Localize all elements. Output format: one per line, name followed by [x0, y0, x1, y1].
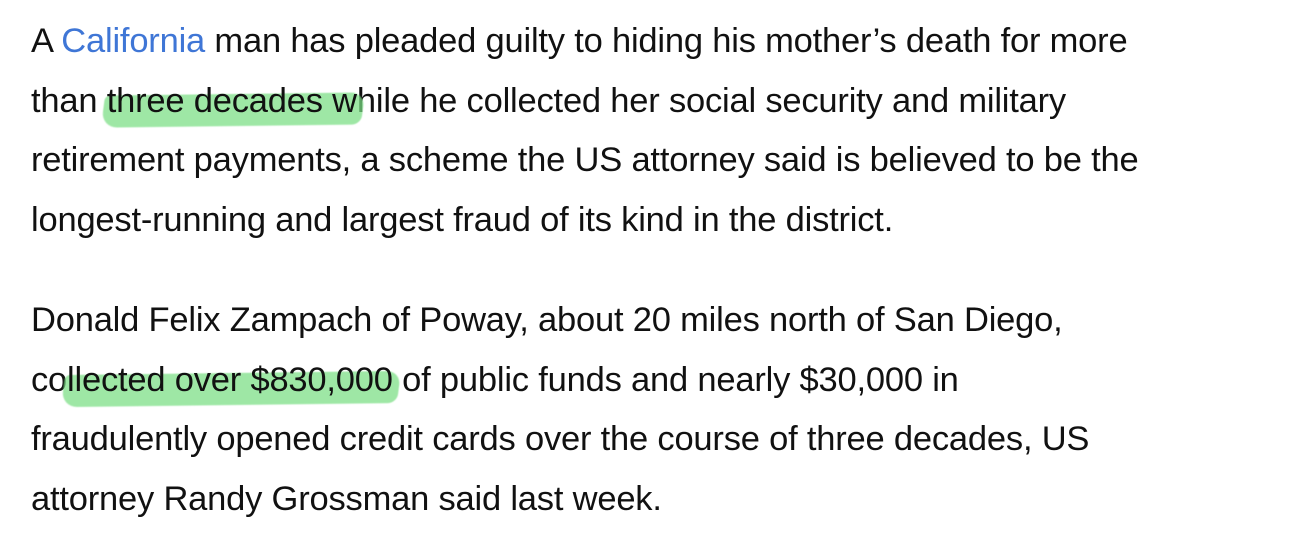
- text-segment: man has pleaded guilty to hiding his mot…: [205, 22, 1128, 60]
- paragraph-2: Donald Felix Zampach of Poway, about 20 …: [31, 291, 1281, 529]
- text-line: A California man has pleaded guilty to h…: [31, 12, 1281, 72]
- article-body: A California man has pleaded guilty to h…: [31, 12, 1281, 529]
- text-segment: hile he collected her social security an…: [356, 81, 1066, 120]
- highlighted-text-amount: llected over $830,000: [67, 360, 393, 399]
- paragraph-1: A California man has pleaded guilty to h…: [31, 12, 1281, 250]
- text-line: attorney Randy Grossman said last week.: [31, 479, 662, 518]
- text-segment: co: [31, 360, 68, 399]
- text-line: collected over $830,000 of public funds …: [31, 351, 1281, 411]
- text-line: retirement payments, a scheme the US att…: [31, 141, 1139, 179]
- text-segment: A: [31, 22, 62, 60]
- text-line: than three decades while he collected he…: [31, 72, 1281, 132]
- text-segment: than: [31, 81, 107, 120]
- text-line: longest-running and largest fraud of its…: [31, 200, 894, 239]
- highlighted-text-three-decades: three decades w: [106, 81, 357, 120]
- text-segment: of public funds and nearly $30,000 in: [392, 360, 959, 399]
- text-line: fraudulently opened credit cards over th…: [31, 420, 1090, 458]
- text-line: Donald Felix Zampach of Poway, about 20 …: [31, 301, 1063, 339]
- california-link[interactable]: California: [61, 22, 205, 60]
